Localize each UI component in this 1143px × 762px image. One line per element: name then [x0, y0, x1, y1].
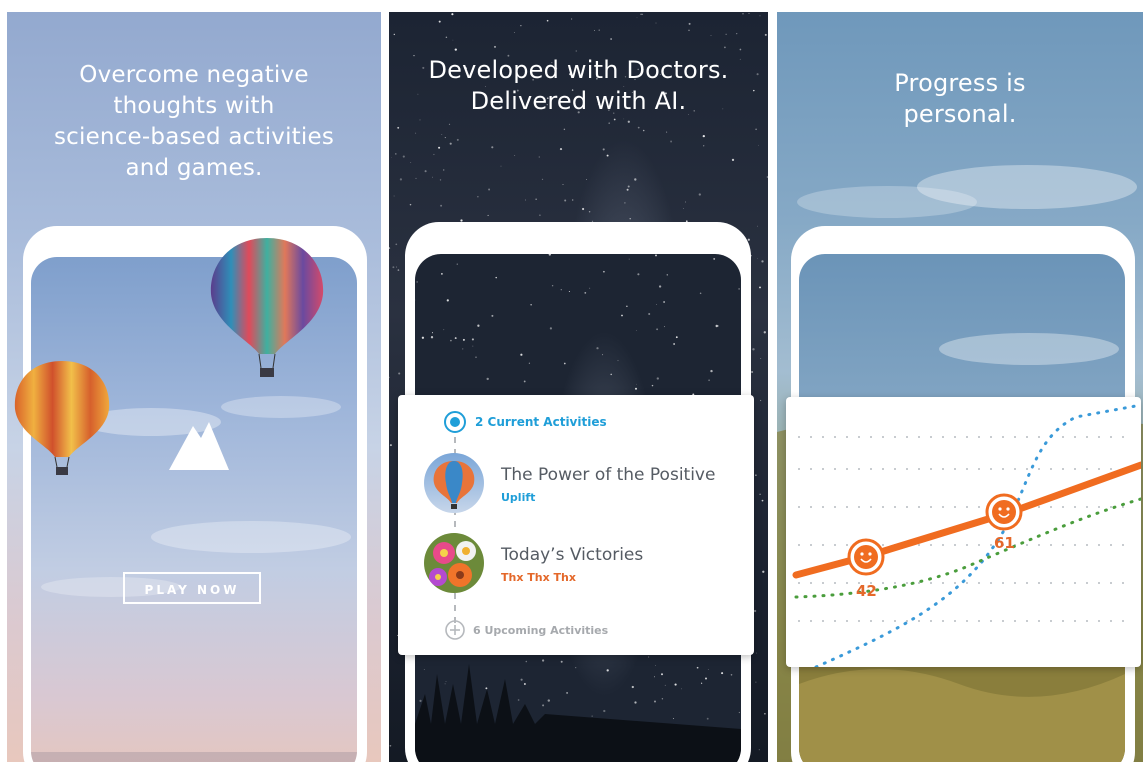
tree-silhouette [415, 664, 741, 762]
score-label: 61 [994, 534, 1015, 552]
current-activities-label[interactable]: 2 Current Activities [475, 415, 607, 429]
activity-title: Today’s Victories [501, 545, 644, 565]
flowers-icon [424, 533, 484, 593]
activity-item[interactable]: The Power of the Positive Uplift [424, 453, 744, 517]
hot-air-balloon-icon [210, 238, 324, 377]
hot-air-balloon-icon [14, 361, 110, 475]
screenshot-panel-1: Overcome negative thoughts with science-… [7, 12, 381, 762]
score-label: 42 [856, 582, 877, 600]
mountain-icon [169, 422, 229, 470]
screenshot-panel-3: Progress is personal. 42 61 [777, 12, 1143, 762]
activity-title: The Power of the Positive [501, 465, 716, 485]
progress-chart [792, 403, 1143, 669]
panel-3-headline: Progress is personal. [894, 69, 1026, 128]
add-circle-icon [445, 620, 465, 640]
activities-card: 2 Current Activities The Power of the Po… [398, 395, 754, 655]
series-line-blue [814, 403, 1143, 669]
upcoming-activities-label[interactable]: 6 Upcoming Activities [473, 624, 608, 637]
progress-chart-card: 42 61 [786, 397, 1143, 669]
play-now-button[interactable]: PLAY NOW [123, 572, 261, 604]
smiley-icon [847, 538, 885, 576]
activity-subtitle: Uplift [501, 491, 536, 504]
smiley-icon [985, 493, 1023, 531]
panel-2-headline: Developed with Doctors. Delivered with A… [428, 56, 729, 115]
activity-subtitle: Thx Thx Thx [501, 571, 576, 584]
panel-1-headline: Overcome negative thoughts with science-… [53, 62, 335, 181]
current-activities-icon [444, 411, 466, 433]
screenshot-panel-2: Developed with Doctors. Delivered with A… [389, 12, 768, 762]
activity-item[interactable]: Today’s Victories Thx Thx Thx [424, 533, 744, 597]
hot-air-balloon-icon [424, 453, 484, 513]
